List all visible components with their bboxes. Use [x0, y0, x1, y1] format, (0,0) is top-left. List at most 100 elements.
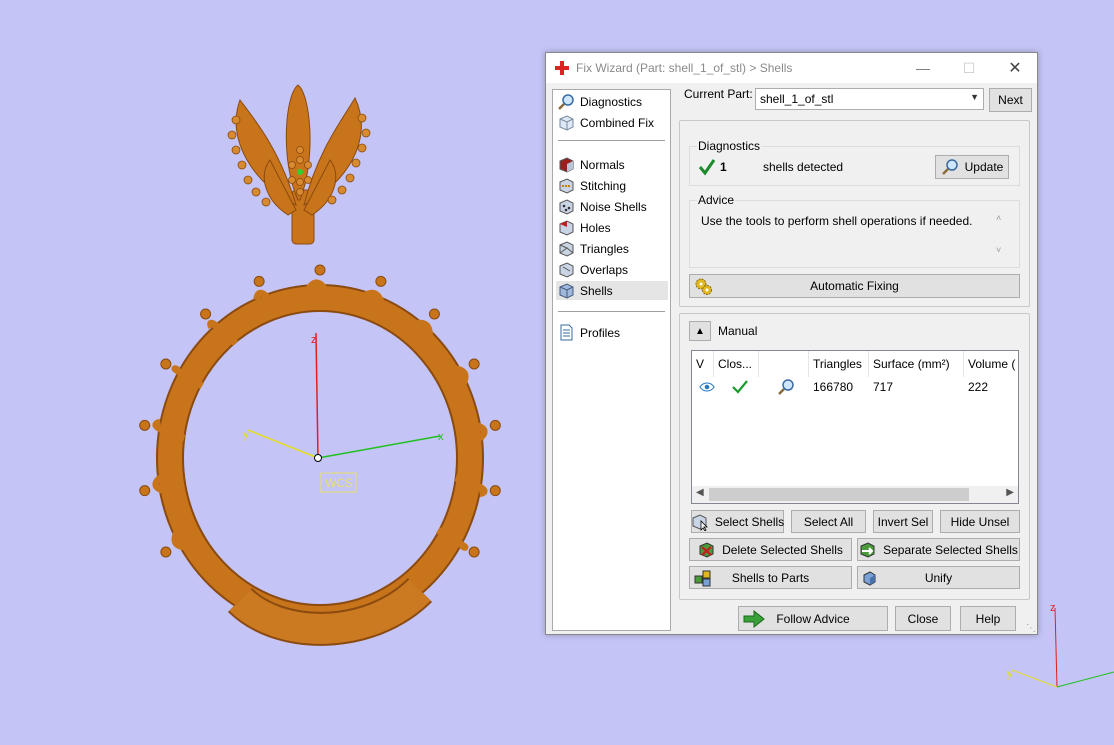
resize-grip-icon[interactable]: ⋱	[1026, 623, 1036, 634]
table-header-volume[interactable]: Volume (	[964, 351, 1018, 377]
current-part-label: Current Part:	[684, 87, 753, 101]
pivot-marker	[297, 169, 303, 175]
ring-loop-end	[428, 308, 440, 320]
nav-separator	[558, 311, 665, 312]
delete-selected-shells-button[interactable]: Delete Selected Shells	[689, 538, 852, 561]
wcs-label: WCS	[325, 476, 353, 490]
title-bar[interactable]: Fix Wizard (Part: shell_1_of_stl) > Shel…	[546, 53, 1037, 83]
table-header-closed[interactable]: Clos...	[714, 351, 759, 377]
ring-loop-end	[200, 308, 212, 320]
holes-icon	[559, 220, 574, 236]
collapse-button[interactable]: ▲	[689, 321, 711, 341]
cube-outline-icon	[559, 115, 574, 131]
wizard-nav: Diagnostics Combined Fix Normals Stitchi…	[552, 89, 671, 631]
surface-cell: 717	[873, 380, 894, 394]
follow-advice-button[interactable]: Follow Advice	[738, 606, 888, 631]
checkmark-icon	[698, 159, 716, 176]
scroll-right-icon[interactable]: ▶	[1006, 487, 1014, 498]
ring-loop-end	[489, 419, 501, 431]
maximize-button[interactable]: ☐	[946, 53, 992, 83]
next-button[interactable]: Next	[989, 88, 1032, 112]
magnifier-icon	[778, 379, 794, 395]
x-axis-label: x	[438, 431, 444, 443]
scroll-down-icon[interactable]: ˅	[996, 245, 1001, 255]
help-button[interactable]: Help	[960, 606, 1016, 631]
scroll-left-icon[interactable]: ◀	[696, 487, 704, 498]
hide-unsel-button[interactable]: Hide Unsel	[940, 510, 1020, 533]
nav-separator	[558, 140, 665, 141]
nav-label: Shells	[580, 283, 613, 298]
nav-item-triangles[interactable]: Triangles	[556, 239, 668, 258]
nav-label: Noise Shells	[580, 199, 647, 214]
nav-label: Holes	[580, 220, 611, 235]
current-part-select[interactable]: shell_1_of_stl ▼	[755, 88, 984, 110]
ring-loop-end	[468, 546, 480, 558]
ring-loop-end	[139, 485, 151, 497]
shells-icon	[559, 283, 574, 299]
scroll-up-icon[interactable]: ˄	[996, 213, 1001, 223]
nav-item-normals[interactable]: Normals	[556, 155, 668, 174]
unify-button[interactable]: Unify	[857, 566, 1020, 589]
chevron-down-icon: ▼	[970, 92, 979, 102]
z-axis-label: z	[311, 334, 317, 346]
fix-wizard-dialog: Fix Wizard (Part: shell_1_of_stl) > Shel…	[545, 52, 1038, 635]
nav-item-overlaps[interactable]: Overlaps	[556, 260, 668, 279]
volume-cell: 222	[968, 380, 989, 394]
model-ring[interactable]	[156, 284, 484, 646]
nav-item-shells[interactable]: Shells	[556, 281, 668, 300]
shells-detected-text: shells detected	[763, 160, 844, 174]
nav-label: Normals	[580, 157, 625, 172]
inspect-cell[interactable]	[773, 377, 803, 397]
table-header-triangles[interactable]: Triangles	[809, 351, 869, 377]
ring-loop-end	[375, 275, 387, 287]
follow-advice-label: Follow Advice	[776, 611, 850, 626]
noise-shells-icon	[559, 199, 574, 215]
shells-to-parts-button[interactable]: Shells to Parts	[689, 566, 852, 589]
shell-table[interactable]: V Clos... Triangles Surface (mm²) Volume…	[691, 350, 1019, 504]
delete-shells-icon	[699, 541, 714, 558]
minimize-button[interactable]: —	[900, 53, 946, 83]
nav-item-profiles[interactable]: Profiles	[556, 323, 668, 342]
select-all-button[interactable]: Select All	[791, 510, 866, 533]
table-header-visible[interactable]: V	[692, 351, 714, 377]
ring-loop-end	[253, 275, 265, 287]
magnifier-icon	[558, 94, 574, 110]
model-head[interactable]	[235, 84, 362, 245]
overlaps-icon	[559, 262, 574, 278]
scrollbar-thumb[interactable]	[709, 488, 969, 501]
horizontal-scrollbar[interactable]: ◀ ▶	[692, 486, 1018, 503]
invert-sel-button[interactable]: Invert Sel	[873, 510, 933, 533]
nav-item-stitching[interactable]: Stitching	[556, 176, 668, 195]
ring-loop-end	[160, 546, 172, 558]
nav-item-diagnostics[interactable]: Diagnostics	[556, 92, 668, 111]
close-button[interactable]: Close	[895, 606, 951, 631]
automatic-fixing-button[interactable]: Automatic Fixing	[689, 274, 1020, 298]
dialog-title: Fix Wizard (Part: shell_1_of_stl) > Shel…	[576, 61, 793, 75]
nav-item-noise-shells[interactable]: Noise Shells	[556, 197, 668, 216]
select-shells-icon	[692, 513, 708, 531]
ring-loop-end	[489, 485, 501, 497]
ring-loop-end	[314, 264, 326, 276]
automatic-fixing-label: Automatic Fixing	[810, 279, 899, 293]
nav-label: Triangles	[580, 241, 629, 256]
wcs-axes: z x y WCS	[243, 332, 444, 493]
corner-z-label: z	[1050, 602, 1056, 614]
table-header-surface[interactable]: Surface (mm²)	[869, 351, 964, 377]
nav-item-combined-fix[interactable]: Combined Fix	[556, 113, 668, 132]
select-shells-button[interactable]: Select Shells	[691, 510, 784, 533]
advice-text: Use the tools to perform shell operation…	[701, 214, 973, 228]
nav-item-holes[interactable]: Holes	[556, 218, 668, 237]
update-button[interactable]: Update	[935, 155, 1009, 179]
closed-cell	[728, 377, 758, 397]
ring-loop-end	[139, 419, 151, 431]
table-header-inspect[interactable]	[759, 351, 809, 377]
unify-icon	[863, 571, 876, 586]
triangles-icon	[559, 241, 574, 257]
separate-selected-shells-button[interactable]: Separate Selected Shells	[857, 538, 1020, 561]
advice-box	[689, 200, 1020, 268]
corner-y-label: y	[1007, 668, 1013, 680]
close-window-button[interactable]: ✕	[992, 53, 1038, 83]
ring-loop-end	[160, 358, 172, 370]
chevron-up-icon: ▲	[695, 325, 705, 337]
visibility-cell[interactable]	[695, 377, 715, 397]
